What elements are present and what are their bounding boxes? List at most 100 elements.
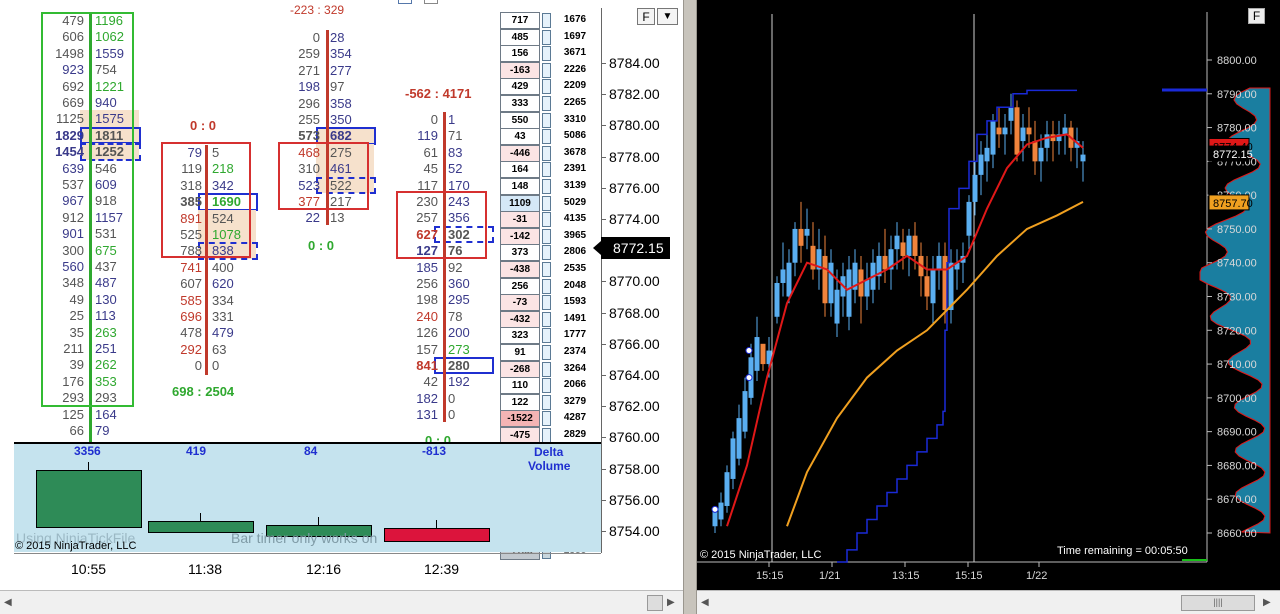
volume-bar — [542, 79, 551, 95]
price-label: 8784.00 — [609, 55, 660, 71]
volume-bar — [542, 311, 551, 327]
price-tick — [601, 187, 606, 189]
ask-volume: 360 — [448, 276, 470, 291]
ask-volume: 164 — [95, 406, 117, 422]
menu-dropdown-button[interactable]: ▼ — [657, 8, 678, 25]
bar2-bottom-summary: 698 : 2504 — [172, 384, 235, 399]
price-label: 8756.00 — [609, 491, 660, 508]
horizontal-scrollbar[interactable]: ◀ |||| ▶ — [697, 590, 1280, 614]
candle-body — [882, 255, 888, 270]
cumulative-delta-cell: -142 — [500, 227, 540, 245]
candle-body — [864, 279, 870, 297]
price-label: 8660.00 — [1217, 528, 1257, 540]
candle-body — [736, 418, 742, 459]
price-label: 8750.00 — [1217, 224, 1257, 236]
cumulative-delta-cell: 717 — [500, 12, 540, 29]
f-button[interactable]: F — [637, 8, 655, 25]
time-label: 15:15 — [955, 570, 983, 582]
bid-volume: 259 — [298, 46, 320, 62]
toolbar-stub-icon[interactable] — [424, 0, 438, 4]
scroll-thumb[interactable] — [647, 595, 663, 611]
price-label: 8778.00 — [609, 148, 660, 165]
scroll-right-icon[interactable]: ▶ — [667, 597, 675, 608]
candle-body — [792, 228, 798, 263]
volume-label: Volume — [528, 459, 571, 473]
price-label: 8782.00 — [609, 86, 660, 103]
cumulative-volume-cell: 2066 — [563, 379, 587, 391]
cumulative-volume-cell: 3965 — [563, 229, 587, 241]
ask-volume: 92 — [448, 259, 463, 275]
volume-bar — [542, 228, 551, 244]
ask-volume: 79 — [95, 423, 110, 438]
bid-volume: 119 — [417, 128, 438, 144]
toolbar-stub-icon[interactable] — [398, 0, 412, 4]
time-label: 1/21 — [819, 570, 840, 582]
footprint-chart-panel[interactable]: -223 : 329 F ▼ 8784.00 8782.00 8780.00 8778… — [0, 0, 683, 614]
bar3-bottom-summary: 0 : 0 — [308, 238, 335, 253]
volume-bar — [542, 129, 551, 145]
volume-bar — [542, 394, 551, 410]
cumulative-delta-cell: 156 — [500, 45, 540, 63]
scroll-left-icon[interactable]: ◀ — [701, 597, 709, 608]
candle-body — [984, 147, 990, 162]
scroll-right-icon[interactable]: ▶ — [1263, 597, 1271, 608]
candlestick-chart-panel[interactable]: 8800.008790.008780.008770.008760.008750.… — [697, 0, 1280, 614]
cumulative-delta-cell: -446 — [500, 144, 540, 162]
bid-volume: 585 — [180, 292, 202, 308]
ask-volume: 97 — [330, 79, 345, 95]
candle-body — [936, 255, 942, 270]
bar-timer-notice: Bar timer only works on — [231, 530, 378, 546]
price-tick — [601, 156, 606, 158]
bid-volume: 125 — [62, 406, 84, 422]
scroll-left-icon[interactable]: ◀ — [4, 597, 12, 608]
cumulative-volume-cell: 3671 — [563, 47, 587, 59]
horizontal-scrollbar[interactable]: ◀ ▶ — [0, 590, 683, 614]
chart-background — [697, 0, 1280, 614]
bid-volume: 182 — [416, 390, 438, 406]
ask-volume: 83 — [448, 144, 463, 160]
cumulative-volume-cell: 1491 — [563, 312, 587, 324]
candle-body — [1038, 147, 1044, 162]
price-label: 8670.00 — [1217, 494, 1257, 506]
ask-volume: 192 — [448, 374, 470, 390]
candle-body — [754, 337, 760, 371]
delta-bar — [36, 470, 142, 528]
ask-volume: 0 — [212, 358, 220, 374]
scroll-thumb[interactable]: |||| — [1181, 595, 1255, 611]
bid-volume: 741 — [180, 259, 202, 275]
f-button[interactable]: F — [1248, 8, 1265, 24]
panel-splitter[interactable] — [683, 0, 697, 614]
volume-bar — [542, 112, 551, 128]
volume-bar — [542, 345, 551, 360]
candle-body — [780, 269, 786, 283]
ask-volume: 63 — [212, 341, 227, 357]
volume-bar — [542, 428, 551, 443]
price-tick — [601, 281, 606, 283]
bid-volume: 66 — [69, 423, 84, 438]
volume-bar — [542, 195, 551, 211]
volume-bar — [542, 179, 551, 194]
time-remaining: Time remaining = 00:05:50 — [1057, 545, 1188, 557]
cumulative-volume-cell: 4135 — [563, 213, 587, 225]
cumulative-delta-cell: 485 — [500, 28, 540, 46]
cumulative-volume-cell: 5029 — [563, 196, 587, 208]
candle-body — [1032, 141, 1038, 162]
candle-body — [1002, 127, 1008, 135]
bar4-down-box — [396, 191, 487, 259]
cumulative-delta-cell: -438 — [500, 261, 540, 278]
price-tick — [601, 468, 606, 470]
cumulative-volume-cell: 3310 — [563, 113, 587, 125]
candle-body — [966, 201, 972, 236]
delta-bar-wick — [200, 513, 201, 521]
ask-volume: 400 — [212, 259, 234, 275]
ask-volume: 1 — [448, 112, 456, 127]
time-label: 12:16 — [306, 561, 342, 577]
price-label: 8800.00 — [1217, 55, 1257, 67]
delta-total-label: 3356 — [74, 444, 101, 458]
candle-body — [846, 269, 852, 317]
bid-volume: 607 — [180, 276, 202, 292]
price-label: 8758.00 — [609, 460, 660, 477]
candle-body — [972, 174, 978, 202]
candlestick-chart: 8800.008790.008780.008770.008760.008750.… — [697, 0, 1280, 614]
cumulative-volume-cell: 2048 — [563, 279, 587, 291]
